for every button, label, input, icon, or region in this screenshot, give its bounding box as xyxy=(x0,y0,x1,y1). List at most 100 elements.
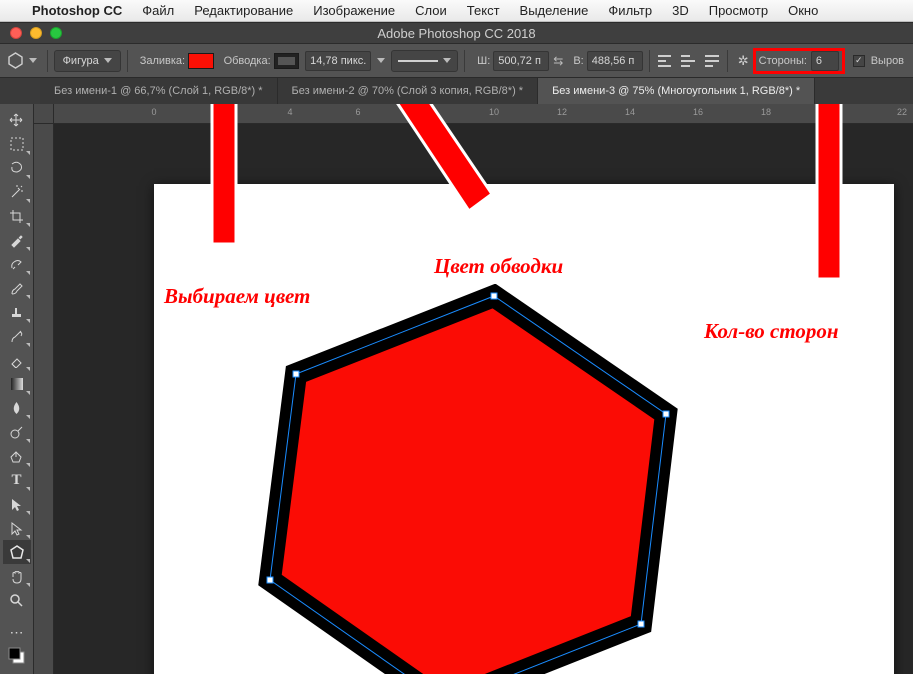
chevron-down-icon xyxy=(104,58,112,63)
fill-label: Заливка: xyxy=(140,55,185,67)
width-label: Ш: xyxy=(477,55,490,67)
document-tab-label: Без имени-1 @ 66,7% (Слой 1, RGB/8*) * xyxy=(54,85,263,97)
document-tab-label: Без имени-3 @ 75% (Многоугольник 1, RGB/… xyxy=(552,85,800,97)
menu-window[interactable]: Окно xyxy=(778,3,828,18)
hand-tool[interactable] xyxy=(3,564,31,588)
crop-tool[interactable] xyxy=(3,204,31,228)
clone-stamp-tool[interactable] xyxy=(3,300,31,324)
menu-filter[interactable]: Фильтр xyxy=(598,3,662,18)
sides-input[interactable] xyxy=(811,51,839,71)
direct-select-tool[interactable] xyxy=(3,516,31,540)
tool-dropdown-caret-icon[interactable] xyxy=(29,58,37,63)
document-tab-label: Без имени-2 @ 70% (Слой 3 копия, RGB/8*)… xyxy=(292,85,524,97)
stroke-style-dropdown[interactable] xyxy=(391,50,458,72)
close-window-button[interactable] xyxy=(10,27,22,39)
menu-select[interactable]: Выделение xyxy=(510,3,599,18)
menu-text[interactable]: Текст xyxy=(457,3,510,18)
ruler-mark: 20 xyxy=(829,107,839,117)
transform-handle[interactable] xyxy=(293,371,300,378)
stroke-label: Обводка: xyxy=(224,55,271,67)
eraser-tool[interactable] xyxy=(3,348,31,372)
annotation-text-3: Кол-во сторон xyxy=(704,319,839,344)
align-edges-checkbox[interactable]: ✓ xyxy=(853,55,865,67)
chevron-down-icon xyxy=(443,58,451,63)
window-title: Adobe Photoshop CC 2018 xyxy=(0,26,913,41)
marquee-tool[interactable] xyxy=(3,132,31,156)
document-tab-1[interactable]: Без имени-1 @ 66,7% (Слой 1, RGB/8*) * xyxy=(40,78,278,104)
ruler-mark: 4 xyxy=(287,107,292,117)
history-brush-tool[interactable] xyxy=(3,324,31,348)
ruler-mark: 6 xyxy=(355,107,360,117)
window-traffic-lights[interactable] xyxy=(0,27,62,39)
toolbox: T ⋯ xyxy=(0,104,34,674)
stroke-style-sample xyxy=(398,60,438,62)
menu-image[interactable]: Изображение xyxy=(303,3,405,18)
stroke-color-swatch[interactable] xyxy=(274,53,299,69)
selection-outline xyxy=(244,284,684,674)
transform-handle[interactable] xyxy=(267,577,274,584)
gradient-tool[interactable] xyxy=(3,372,31,396)
maximize-window-button[interactable] xyxy=(50,27,62,39)
transform-handle[interactable] xyxy=(663,411,670,418)
polygon-tool[interactable] xyxy=(3,540,31,564)
horizontal-ruler[interactable]: 0 2 4 6 8 10 12 14 16 18 20 22 xyxy=(54,104,913,124)
mac-menubar[interactable]: Photoshop CC Файл Редактирование Изображ… xyxy=(0,0,913,22)
annotation-text-2: Цвет обводки xyxy=(434,254,563,279)
lasso-tool[interactable] xyxy=(3,156,31,180)
type-tool[interactable]: T xyxy=(3,468,31,492)
menu-layers[interactable]: Слои xyxy=(405,3,457,18)
path-options-icon[interactable] xyxy=(703,52,721,70)
eyedropper-tool[interactable] xyxy=(3,228,31,252)
shape-mode-dropdown[interactable]: Фигура xyxy=(54,50,121,72)
active-tool-icon[interactable] xyxy=(6,51,25,70)
workspace: T ⋯ 0 2 4 6 8 10 12 14 16 18 20 22 xyxy=(0,104,913,674)
more-tools-icon[interactable]: ⋯ xyxy=(3,620,31,644)
brush-tool[interactable] xyxy=(3,276,31,300)
path-selection-tool[interactable] xyxy=(3,492,31,516)
menu-file[interactable]: Файл xyxy=(132,3,184,18)
minimize-window-button[interactable] xyxy=(30,27,42,39)
ruler-origin[interactable] xyxy=(34,104,54,124)
link-wh-icon[interactable]: ⇆ xyxy=(549,54,567,68)
stroke-width-input[interactable] xyxy=(305,51,371,71)
sides-label: Стороны: xyxy=(759,55,807,67)
ruler-mark: 16 xyxy=(693,107,703,117)
canvas-viewport[interactable]: Выбираем цвет Цвет обводки Кол-во сторон xyxy=(54,124,913,674)
annotation-text-1: Выбираем цвет xyxy=(164,284,310,309)
align-edges-label: Выров xyxy=(871,55,904,67)
width-input[interactable] xyxy=(493,51,549,71)
ruler-mark: 14 xyxy=(625,107,635,117)
gear-icon[interactable]: ✲ xyxy=(734,53,753,69)
stroke-width-caret-icon[interactable] xyxy=(377,58,385,63)
app-menu[interactable]: Photoshop CC xyxy=(22,3,132,18)
transform-handle[interactable] xyxy=(638,621,645,628)
foreground-background-swatch[interactable] xyxy=(3,644,31,668)
blur-tool[interactable] xyxy=(3,396,31,420)
move-tool[interactable] xyxy=(3,108,31,132)
document-tab-2[interactable]: Без имени-2 @ 70% (Слой 3 копия, RGB/8*)… xyxy=(278,78,539,104)
fill-color-swatch[interactable] xyxy=(188,53,213,69)
ruler-mark: 0 xyxy=(151,107,156,117)
shape-mode-label: Фигура xyxy=(63,55,99,67)
menu-view[interactable]: Просмотр xyxy=(699,3,778,18)
healing-brush-tool[interactable] xyxy=(3,252,31,276)
menu-3d[interactable]: 3D xyxy=(662,3,699,18)
dodge-tool[interactable] xyxy=(3,420,31,444)
path-align-icon[interactable] xyxy=(656,52,674,70)
sides-highlight-box: Стороны: xyxy=(753,48,845,74)
ruler-mark: 12 xyxy=(557,107,567,117)
options-bar: Фигура Заливка: Обводка: Ш: ⇆ В: ✲ Сторо… xyxy=(0,44,913,78)
ruler-mark: 22 xyxy=(897,107,907,117)
height-input[interactable] xyxy=(587,51,643,71)
vertical-ruler[interactable] xyxy=(34,124,54,674)
path-arrange-icon[interactable] xyxy=(679,52,697,70)
canvas-area[interactable]: 0 2 4 6 8 10 12 14 16 18 20 22 xyxy=(34,104,913,674)
document-tab-3[interactable]: Без имени-3 @ 75% (Многоугольник 1, RGB/… xyxy=(538,78,815,104)
zoom-tool[interactable] xyxy=(3,588,31,612)
magic-wand-tool[interactable] xyxy=(3,180,31,204)
height-label: В: xyxy=(573,55,583,67)
pen-tool[interactable] xyxy=(3,444,31,468)
ruler-mark: 10 xyxy=(489,107,499,117)
transform-handle[interactable] xyxy=(491,293,498,300)
menu-edit[interactable]: Редактирование xyxy=(184,3,303,18)
